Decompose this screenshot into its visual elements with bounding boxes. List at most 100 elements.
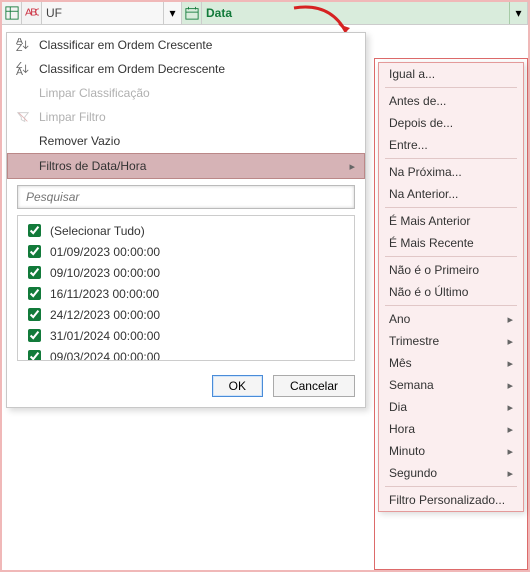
list-item[interactable]: 16/11/2023 00:00:00 (24, 283, 348, 304)
chevron-right-icon: ▸ (507, 379, 513, 392)
chevron-right-icon: ▸ (507, 313, 513, 326)
submenu-item[interactable]: Na Anterior... (379, 183, 523, 205)
submenu-item-label: Dia (389, 400, 507, 414)
blank-icon (15, 133, 31, 149)
submenu-item-label: Não é o Último (389, 285, 513, 299)
list-item-label: 31/01/2024 00:00:00 (50, 329, 160, 343)
submenu-item-label: Segundo (389, 466, 507, 480)
list-item-label: 24/12/2023 00:00:00 (50, 308, 160, 322)
search-input[interactable] (24, 189, 348, 205)
column-uf[interactable]: ABC UF ▾ (22, 2, 182, 24)
panel-buttons: OK Cancelar (7, 367, 365, 407)
submenu-item[interactable]: Entre... (379, 134, 523, 156)
menu-remove-empty[interactable]: Remover Vazio (7, 129, 365, 153)
sort-asc-icon: AZ (15, 37, 31, 53)
submenu-item[interactable]: Hora▸ (379, 418, 523, 440)
submenu-item-label: Na Anterior... (389, 187, 513, 201)
clear-filter-icon (15, 109, 31, 125)
menu-sort-desc[interactable]: ZA Classificar em Ordem Decrescente (7, 57, 365, 81)
list-item-checkbox[interactable] (28, 350, 41, 361)
blank-icon (15, 158, 31, 174)
submenu-item[interactable]: Ano▸ (379, 308, 523, 330)
submenu-item[interactable]: Filtro Personalizado... (379, 489, 523, 511)
list-item[interactable]: 24/12/2023 00:00:00 (24, 304, 348, 325)
submenu-item[interactable]: Não é o Último (379, 281, 523, 303)
menu-sort-desc-label: Classificar em Ordem Decrescente (39, 62, 355, 76)
list-item[interactable]: 09/10/2023 00:00:00 (24, 262, 348, 283)
chevron-right-icon: ▸ (507, 467, 513, 480)
select-all-checkbox[interactable] (28, 224, 41, 237)
menu-remove-empty-label: Remover Vazio (39, 134, 355, 148)
submenu-item[interactable]: Trimestre▸ (379, 330, 523, 352)
list-item-checkbox[interactable] (28, 329, 41, 342)
chevron-right-icon: ▸ (507, 423, 513, 436)
column-headers: ABC UF ▾ Data ▾ (2, 2, 528, 25)
submenu-item-label: Ano (389, 312, 507, 326)
list-item-checkbox[interactable] (28, 266, 41, 279)
menu-clear-sort-label: Limpar Classificação (39, 86, 355, 100)
list-item-checkbox[interactable] (28, 287, 41, 300)
cancel-button[interactable]: Cancelar (273, 375, 355, 397)
sort-desc-icon: ZA (15, 61, 31, 77)
chevron-right-icon: ▸ (507, 357, 513, 370)
submenu-item[interactable]: É Mais Anterior (379, 210, 523, 232)
select-all-label: (Selecionar Tudo) (50, 224, 145, 238)
submenu-item[interactable]: Dia▸ (379, 396, 523, 418)
submenu-item[interactable]: Igual a... (379, 63, 523, 85)
submenu-item[interactable]: Depois de... (379, 112, 523, 134)
list-item-label: 09/03/2024 00:00:00 (50, 350, 160, 362)
menu-clear-filter: Limpar Filtro (7, 105, 365, 129)
submenu-separator (385, 207, 517, 208)
menu-sort-asc[interactable]: AZ Classificar em Ordem Crescente (7, 33, 365, 57)
menu-clear-sort: Limpar Classificação (7, 81, 365, 105)
svg-text:C: C (34, 7, 38, 19)
ok-button[interactable]: OK (212, 375, 263, 397)
chevron-right-icon: ▸ (507, 401, 513, 414)
submenu-item-label: Semana (389, 378, 507, 392)
column-data[interactable]: Data ▾ (182, 2, 528, 24)
submenu-item[interactable]: Antes de... (379, 90, 523, 112)
submenu-item-label: Depois de... (389, 116, 513, 130)
submenu-item-label: Trimestre (389, 334, 507, 348)
submenu-item-label: Mês (389, 356, 507, 370)
menu-sort-asc-label: Classificar em Ordem Crescente (39, 38, 355, 52)
submenu-item-label: Entre... (389, 138, 513, 152)
menu-datetime-filters-label: Filtros de Data/Hora (39, 159, 341, 173)
submenu-item-label: Igual a... (389, 67, 513, 81)
chevron-right-icon: ▸ (507, 445, 513, 458)
values-list[interactable]: (Selecionar Tudo) 01/09/2023 00:00:0009/… (17, 215, 355, 361)
datetime-submenu: Igual a... Antes de... Depois de... Entre..… (378, 62, 524, 512)
submenu-separator (385, 87, 517, 88)
submenu-item-label: Na Próxima... (389, 165, 513, 179)
abc-type-icon: ABC (22, 2, 42, 24)
column-data-dropdown[interactable]: ▾ (509, 2, 527, 24)
submenu-item[interactable]: Segundo▸ (379, 462, 523, 484)
submenu-item-label: Não é o Primeiro (389, 263, 513, 277)
list-item-checkbox[interactable] (28, 308, 41, 321)
submenu-item-label: Minuto (389, 444, 507, 458)
submenu-item[interactable]: Minuto▸ (379, 440, 523, 462)
search-box[interactable] (17, 185, 355, 209)
column-uf-label: UF (42, 6, 163, 20)
list-item[interactable]: 31/01/2024 00:00:00 (24, 325, 348, 346)
submenu-item-label: É Mais Recente (389, 236, 513, 250)
submenu-item-label: Antes de... (389, 94, 513, 108)
submenu-item-label: Filtro Personalizado... (389, 493, 513, 507)
list-item[interactable]: 01/09/2023 00:00:00 (24, 241, 348, 262)
submenu-item[interactable]: Semana▸ (379, 374, 523, 396)
menu-datetime-filters[interactable]: Filtros de Data/Hora ▸ (7, 153, 365, 179)
list-item[interactable]: 09/03/2024 00:00:00 (24, 346, 348, 361)
chevron-right-icon: ▸ (349, 160, 355, 173)
submenu-item[interactable]: Na Próxima... (379, 161, 523, 183)
submenu-item-label: Hora (389, 422, 507, 436)
submenu-separator (385, 305, 517, 306)
submenu-item[interactable]: Não é o Primeiro (379, 259, 523, 281)
submenu-item[interactable]: Mês▸ (379, 352, 523, 374)
column-uf-dropdown[interactable]: ▾ (163, 2, 181, 24)
menu-clear-filter-label: Limpar Filtro (39, 110, 355, 124)
submenu-item-label: É Mais Anterior (389, 214, 513, 228)
list-item-checkbox[interactable] (28, 245, 41, 258)
table-icon[interactable] (2, 2, 22, 24)
submenu-item[interactable]: É Mais Recente (379, 232, 523, 254)
select-all-row[interactable]: (Selecionar Tudo) (24, 220, 348, 241)
